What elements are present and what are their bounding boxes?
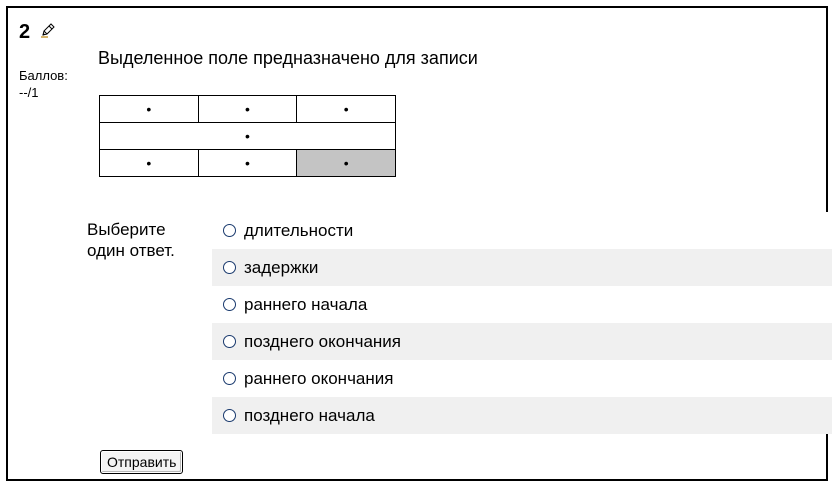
- question-number: 2: [19, 21, 31, 43]
- radio-button[interactable]: [223, 335, 236, 348]
- radio-button[interactable]: [223, 409, 236, 422]
- pencil-edit-icon[interactable]: [40, 22, 56, 38]
- table-cell: •: [99, 149, 199, 177]
- answer-option-label[interactable]: длительности: [244, 221, 353, 241]
- question-container: 2 Баллов: --/1 Выделенное поле предназна…: [6, 6, 832, 481]
- radio-button[interactable]: [223, 372, 236, 385]
- network-diagram-table: • • • • • • •: [99, 95, 396, 177]
- answer-options: длительности задержки раннего начала поз…: [212, 212, 832, 434]
- radio-button[interactable]: [223, 298, 236, 311]
- answer-prompt-line: один ответ.: [87, 241, 175, 260]
- answer-option-1[interactable]: длительности: [212, 212, 832, 249]
- table-cell: •: [99, 95, 199, 123]
- table-cell: •: [197, 149, 298, 177]
- table-row: •: [99, 122, 396, 150]
- answer-option-label[interactable]: раннего начала: [244, 295, 367, 315]
- answer-option-5[interactable]: раннего окончания: [212, 360, 832, 397]
- table-row: • • •: [99, 95, 396, 123]
- answer-prompt: Выберите один ответ.: [87, 219, 175, 261]
- table-row: • • •: [99, 149, 396, 177]
- answer-prompt-line: Выберите: [87, 220, 166, 239]
- question-text: Выделенное поле предназначено для записи: [98, 48, 478, 68]
- answer-option-3[interactable]: раннего начала: [212, 286, 832, 323]
- answer-option-label[interactable]: позднего окончания: [244, 332, 401, 352]
- answer-option-label[interactable]: раннего окончания: [244, 369, 393, 389]
- answer-option-label[interactable]: задержки: [244, 258, 318, 278]
- answer-option-label[interactable]: позднего начала: [244, 406, 375, 426]
- answer-option-4[interactable]: позднего окончания: [212, 323, 832, 360]
- submit-button[interactable]: Отправить: [100, 450, 184, 474]
- radio-button[interactable]: [223, 224, 236, 237]
- table-cell: •: [99, 122, 396, 150]
- answer-option-2[interactable]: задержки: [212, 249, 832, 286]
- table-cell: •: [296, 95, 396, 123]
- table-cell: •: [197, 95, 298, 123]
- answer-option-6[interactable]: позднего начала: [212, 397, 832, 434]
- radio-button[interactable]: [223, 261, 236, 274]
- grade-value: --/1: [19, 85, 39, 100]
- highlighted-table-cell: •: [296, 149, 396, 177]
- grade-label: Баллов:: [19, 68, 68, 83]
